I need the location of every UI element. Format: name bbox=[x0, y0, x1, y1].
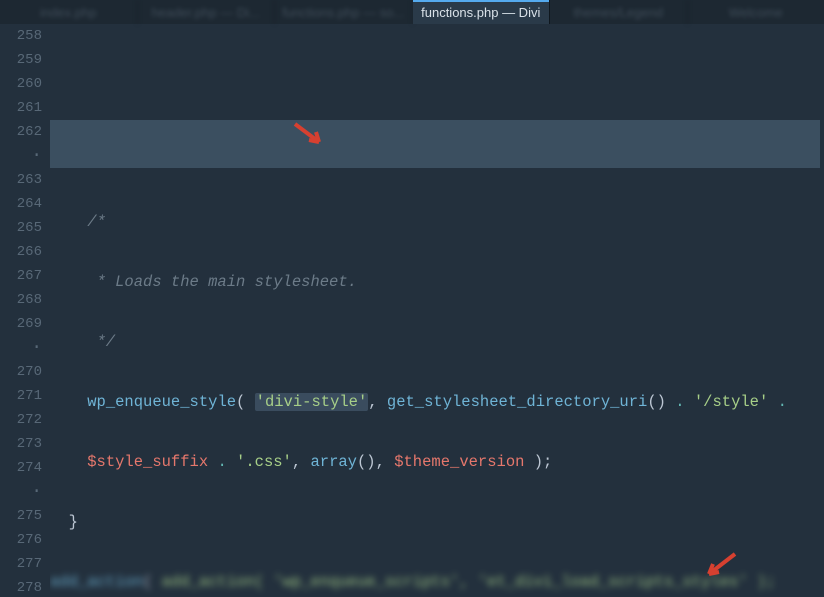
tab-2[interactable]: functions.php — so... bbox=[275, 0, 413, 24]
code-area[interactable]: /* * Loads the main stylesheet. */ wp_en… bbox=[50, 24, 824, 597]
line-261: */ bbox=[50, 330, 824, 354]
line-259: /* bbox=[50, 210, 824, 234]
selection-divi-style: 'divi-style' bbox=[255, 393, 369, 411]
line-262: wp_enqueue_style( 'divi-style', get_styl… bbox=[50, 390, 824, 414]
tab-1[interactable]: header.php — Di... bbox=[138, 0, 276, 24]
tab-3-active[interactable]: functions.php — Divi bbox=[413, 0, 551, 24]
line-258 bbox=[50, 150, 824, 174]
tab-4[interactable]: themes/Legend bbox=[550, 0, 688, 24]
tab-bar: index.php header.php — Di... functions.p… bbox=[0, 0, 824, 24]
line-gutter: 258 259 260 261 262 · 263 264 265 266 26… bbox=[0, 24, 50, 597]
line-264: add_action( add_action( 'wp_enqueue_scri… bbox=[50, 570, 824, 594]
line-263: } bbox=[50, 510, 824, 534]
code-editor[interactable]: 258 259 260 261 262 · 263 264 265 266 26… bbox=[0, 24, 824, 597]
line-260: * Loads the main stylesheet. bbox=[50, 270, 824, 294]
tab-5[interactable]: Welcome bbox=[688, 0, 824, 24]
line-262-cont: $style_suffix . '.css', array(), $theme_… bbox=[50, 450, 824, 474]
tab-0[interactable]: index.php bbox=[0, 0, 138, 24]
